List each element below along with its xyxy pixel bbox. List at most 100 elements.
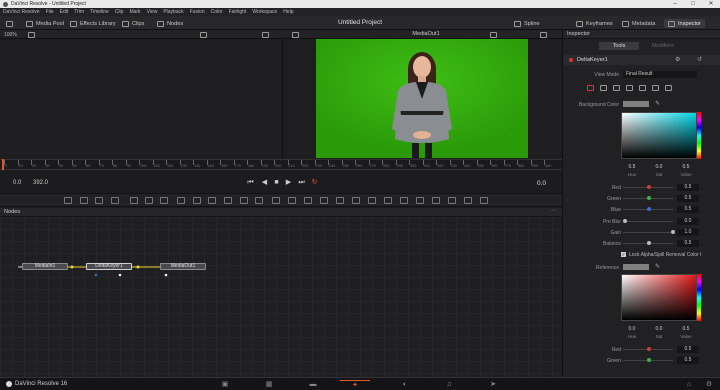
viewer-options-icon[interactable] <box>28 32 35 38</box>
playhead[interactable] <box>2 159 4 170</box>
slider-knob[interactable] <box>647 241 651 245</box>
param-value[interactable]: 0.5 <box>677 206 699 214</box>
param-value[interactable]: 0.5 <box>677 357 699 365</box>
fusion-tool-icon[interactable] <box>464 197 472 204</box>
fusion-tool-icon[interactable] <box>416 197 424 204</box>
viewer-left[interactable] <box>0 39 283 159</box>
fusion-tool-icon[interactable] <box>177 197 185 204</box>
timeline-ruler[interactable]: 0 10 20 30 40 50 60 70 80 90 100 110 120 130 140 150 160… <box>0 159 562 170</box>
settings-tab-icon[interactable] <box>665 85 672 91</box>
eyedropper-icon[interactable]: ✎ <box>655 100 660 107</box>
sat-value-1[interactable]: 0.0 <box>648 164 670 170</box>
param-value[interactable]: 0.5 <box>677 240 699 247</box>
node-mediaout1[interactable]: MediaOut1 <box>160 263 206 270</box>
key-tab-icon[interactable] <box>587 85 594 91</box>
menu-playback[interactable]: Playback <box>163 9 183 15</box>
clips-button[interactable]: Clips <box>122 19 144 28</box>
menu-davinci[interactable]: DaVinci Resolve <box>3 9 40 15</box>
matte-tab-icon[interactable] <box>613 85 620 91</box>
param-value[interactable]: 0.5 <box>677 346 699 353</box>
value-value-1[interactable]: 0.5 <box>675 164 697 170</box>
param-value[interactable]: 0.0 <box>677 217 699 225</box>
param-slider[interactable] <box>623 220 673 222</box>
menu-color[interactable]: Color <box>211 9 223 15</box>
menu-mark[interactable]: Mark <box>129 9 140 15</box>
menu-workspace[interactable]: Workspace <box>252 9 277 15</box>
close-button[interactable]: ✕ <box>702 0 720 8</box>
tool-reset-icon[interactable]: ↺ <box>697 56 702 63</box>
media-page-icon[interactable]: ▣ <box>218 380 232 389</box>
value-value-2[interactable]: 0.5 <box>675 326 697 332</box>
metadata-button[interactable]: Metadata <box>622 19 655 28</box>
node-deltakeyer1[interactable]: DeltaKeyer1 <box>86 263 132 270</box>
deliver-page-icon[interactable]: ➤ <box>486 380 500 389</box>
tool-options-icon[interactable]: ⚙ <box>675 56 680 63</box>
layout-toggle[interactable] <box>6 19 13 28</box>
fusion-tool-icon[interactable] <box>320 197 328 204</box>
color-page-icon[interactable]: ◐ <box>398 380 412 389</box>
param-slider[interactable] <box>623 231 673 233</box>
menu-fairlight[interactable]: Fairlight <box>229 9 247 15</box>
tool-header[interactable]: DeltaKeyer1 ⚙ ↺ <box>563 55 720 65</box>
effects-library-button[interactable]: Effects Library <box>70 19 116 28</box>
viewer-layout-icon[interactable] <box>200 32 207 38</box>
fringe-tab-icon[interactable] <box>626 85 633 91</box>
tab-modifiers[interactable]: Modifiers <box>643 42 683 50</box>
fusion-tool-icon[interactable] <box>352 197 360 204</box>
slider-knob[interactable] <box>647 196 651 201</box>
slider-knob[interactable] <box>647 358 651 363</box>
play-icon[interactable]: ▶ <box>284 178 293 187</box>
cut-page-icon[interactable]: ▦ <box>262 380 276 389</box>
zoom-dropdown[interactable]: 100% <box>4 32 17 38</box>
hue-value-1[interactable]: 0.5 <box>621 164 643 170</box>
go-to-start-icon[interactable]: ⏮ <box>246 178 255 187</box>
fusion-tool-icon[interactable] <box>95 197 103 204</box>
tab-tools[interactable]: Tools <box>599 42 639 50</box>
slider-knob[interactable] <box>647 185 651 189</box>
fusion-tool-icon[interactable] <box>145 197 153 204</box>
param-value[interactable]: 1.0 <box>677 228 699 236</box>
stop-icon[interactable]: ■ <box>272 178 281 187</box>
slider-knob[interactable] <box>647 347 651 351</box>
maximize-button[interactable]: □ <box>684 0 702 8</box>
fusion-tool-icon[interactable] <box>336 197 344 204</box>
viewer2-layout-icon[interactable] <box>490 32 497 38</box>
fusion-tool-icon[interactable] <box>448 197 456 204</box>
pre-matte-tab-icon[interactable] <box>600 85 607 91</box>
fusion-tool-icon[interactable] <box>224 197 232 204</box>
render-start-field[interactable]: 0.0 <box>13 180 21 186</box>
fairlight-page-icon[interactable]: ♫ <box>442 380 456 389</box>
fusion-tool-icon[interactable] <box>80 197 88 204</box>
menu-trim[interactable]: Trim <box>74 9 84 15</box>
render-end-field[interactable]: 392.0 <box>33 180 48 186</box>
mask-tab-icon[interactable] <box>652 85 659 91</box>
node-mediain1[interactable]: MediaIn1 <box>22 263 68 270</box>
hue-value-2[interactable]: 0.0 <box>621 326 643 332</box>
fusion-tool-icon[interactable] <box>208 197 216 204</box>
fusion-tool-icon[interactable] <box>255 197 263 204</box>
fusion-tool-icon[interactable] <box>384 197 392 204</box>
param-value[interactable]: 0.5 <box>677 195 699 203</box>
tool-enable-dot[interactable] <box>569 58 573 62</box>
background-color-swatch[interactable] <box>623 101 649 107</box>
menu-file[interactable]: File <box>46 9 54 15</box>
loop-icon[interactable]: ↻ <box>310 178 319 187</box>
edit-page-icon[interactable]: ▬ <box>306 380 320 389</box>
slider-knob[interactable] <box>647 207 651 212</box>
fusion-tool-icon[interactable] <box>288 197 296 204</box>
fusion-tool-icon[interactable] <box>304 197 312 204</box>
menu-view[interactable]: View <box>147 9 158 15</box>
node-editor[interactable]: MediaIn1 DeltaKeyer1 MediaOut1 <box>0 217 562 377</box>
fusion-tool-icon[interactable] <box>64 197 72 204</box>
spline-button[interactable]: Spline <box>514 19 540 28</box>
fusion-tool-icon[interactable] <box>400 197 408 204</box>
param-value[interactable]: 0.5 <box>677 184 699 191</box>
go-to-end-icon[interactable]: ⏭ <box>297 178 306 187</box>
view-mode-dropdown[interactable]: Final Result <box>623 71 697 78</box>
viewer2-lut-icon[interactable] <box>540 32 547 38</box>
slider-knob[interactable] <box>623 218 627 223</box>
menu-fusion[interactable]: Fusion <box>190 9 205 15</box>
fusion-tool-icon[interactable] <box>480 197 488 204</box>
reference-eyedropper-icon[interactable]: ✎ <box>655 263 660 270</box>
color-picker-2[interactable] <box>621 274 697 321</box>
